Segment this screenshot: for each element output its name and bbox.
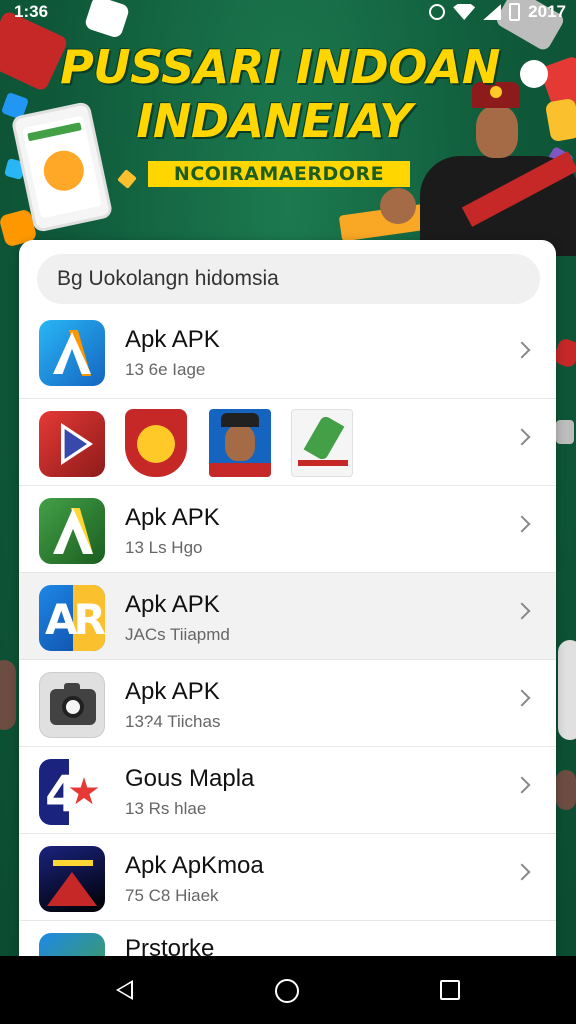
chevron-right-icon xyxy=(513,776,531,794)
chevron-right-icon xyxy=(513,341,531,359)
decor-icon xyxy=(556,770,576,810)
banner-subtitle: NCOIRAMAERDORE xyxy=(148,161,410,187)
decor-icon xyxy=(0,660,16,730)
banner-title-line1: PUSSARI INDOAN xyxy=(60,40,500,94)
recent-apps-icon[interactable] xyxy=(440,980,460,1000)
list-item[interactable]: Apk APK 13 Ls Hgo xyxy=(19,485,556,572)
list-item-title: Apk APK xyxy=(125,678,220,705)
chevron-right-icon xyxy=(513,689,531,707)
decor-icon xyxy=(558,640,576,740)
apk-red-play-icon xyxy=(39,411,105,477)
chevron-right-icon xyxy=(513,515,531,533)
soldier-portrait-thumbnail[interactable] xyxy=(209,409,271,477)
list-item-title: Gous Mapla xyxy=(125,765,255,792)
apk-blue-a-icon xyxy=(39,320,105,386)
chevron-right-icon xyxy=(513,602,531,620)
signal-icon xyxy=(483,4,502,20)
list-item[interactable]: Apk ApKmoa 75 C8 Hiaek xyxy=(19,833,556,920)
camera-icon xyxy=(39,672,105,738)
navigation-bar xyxy=(0,956,576,1024)
list-item-subtitle: JACs Tiiapmd xyxy=(125,625,230,644)
decor-icon xyxy=(556,420,574,444)
red-triangle-icon xyxy=(39,846,105,912)
green-leaf-logo-thumbnail[interactable] xyxy=(291,409,353,477)
decor-icon xyxy=(117,169,137,189)
home-icon[interactable] xyxy=(275,979,299,1003)
list-item[interactable]: 4 Gous Mapla 13 Rs hlae xyxy=(19,746,556,833)
app-list-sheet: Apk APK 13 6e Iage Apk APK 13 Ls Hgo AR … xyxy=(19,240,556,956)
list-item-subtitle: 13 Ls Hgo xyxy=(125,538,203,557)
chevron-right-icon xyxy=(513,863,531,881)
list-item[interactable]: Apk APK 13 6e Iage xyxy=(19,320,556,398)
list-item-title: Prstorke xyxy=(125,935,215,956)
status-bar: 1:36 2017 xyxy=(0,0,576,26)
back-icon[interactable] xyxy=(116,980,133,1000)
battery-icon xyxy=(509,3,521,21)
chevron-right-icon xyxy=(513,428,531,446)
list-item-title: Apk APK xyxy=(125,504,220,531)
status-right-text: 2017 xyxy=(528,2,566,21)
list-item-subtitle: 13?4 Tiichas xyxy=(125,712,221,731)
list-item-title: Apk ApKmoa xyxy=(125,852,264,879)
app-list: Apk APK 13 6e Iage Apk APK 13 Ls Hgo AR … xyxy=(19,320,556,956)
play-store-icon xyxy=(39,933,105,956)
do-not-disturb-icon xyxy=(429,4,446,20)
search-input[interactable] xyxy=(37,254,540,304)
list-item-subtitle: 13 Rs hlae xyxy=(125,799,207,818)
emblem-thumbnail[interactable] xyxy=(125,409,187,477)
apk-green-a-icon xyxy=(39,498,105,564)
list-item[interactable] xyxy=(19,398,556,485)
list-item-subtitle: 75 C8 Hiaek xyxy=(125,886,219,905)
list-item[interactable]: Prstorke xyxy=(19,920,556,956)
list-item[interactable]: Apk APK 13?4 Tiichas xyxy=(19,659,556,746)
list-item[interactable]: AR Apk APK JACs Tiiapmd xyxy=(19,572,556,659)
apk-ar-icon: AR xyxy=(39,585,105,651)
list-item-subtitle: 13 6e Iage xyxy=(125,360,206,379)
list-item-title: Apk APK xyxy=(125,326,220,353)
four-star-icon: 4 xyxy=(39,759,105,825)
list-item-title: Apk APK xyxy=(125,591,220,618)
banner-title-line2: INDANEIAY xyxy=(136,94,412,148)
status-time: 1:36 xyxy=(14,2,49,21)
wifi-icon xyxy=(453,4,476,20)
